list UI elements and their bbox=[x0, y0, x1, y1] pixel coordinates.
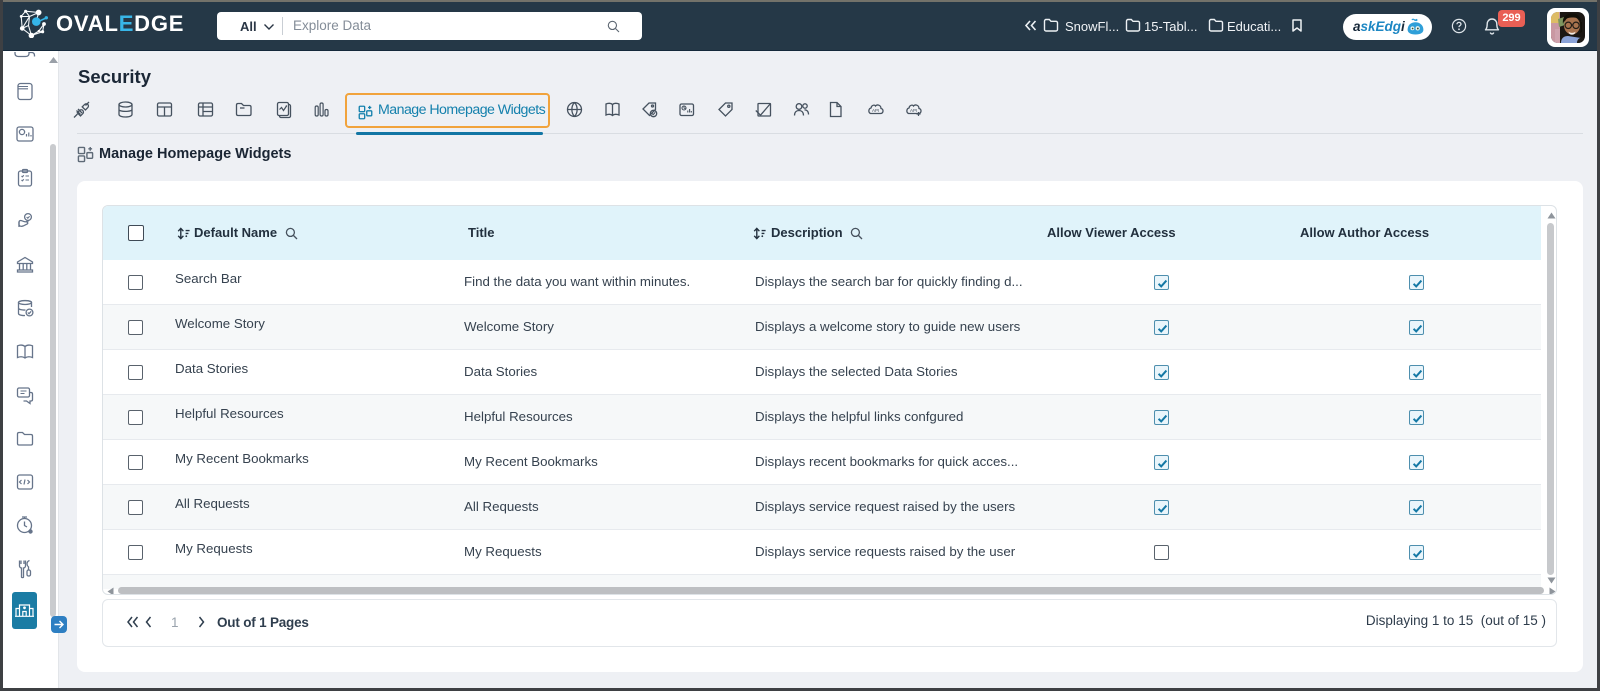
svg-text:API: API bbox=[910, 108, 917, 113]
svg-text:API: API bbox=[872, 108, 879, 113]
